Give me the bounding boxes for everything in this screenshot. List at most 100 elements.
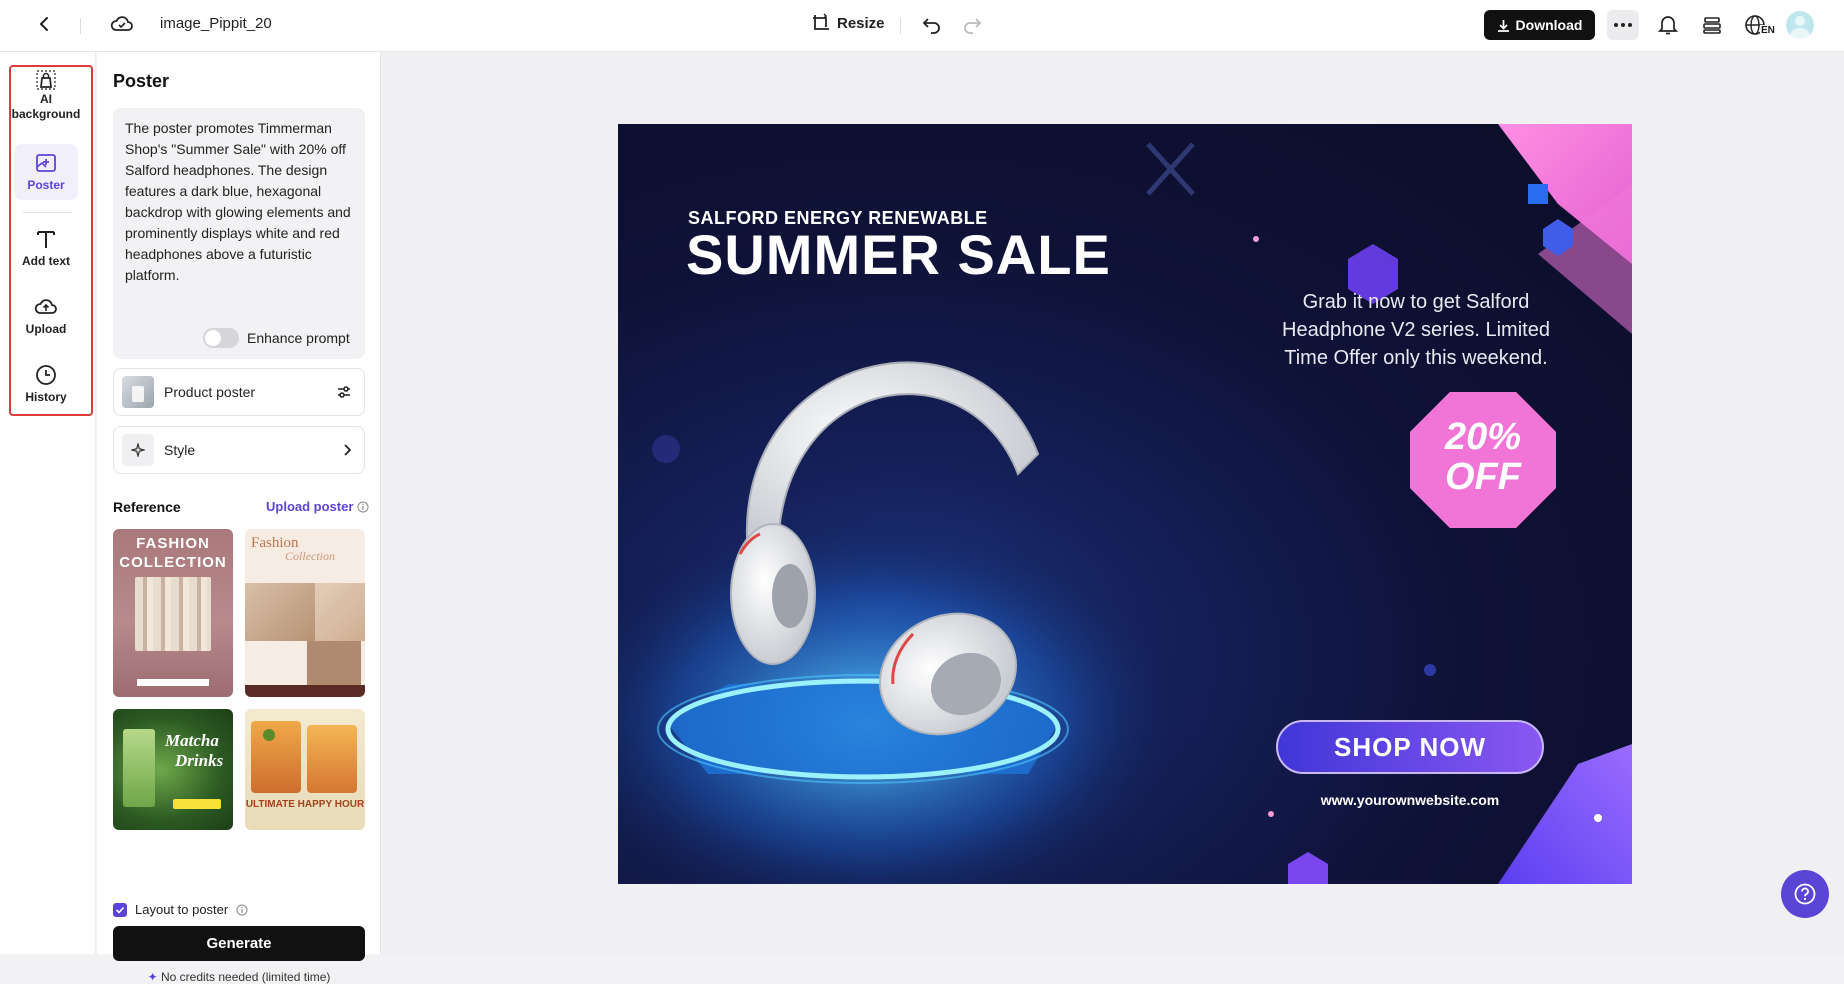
card-title: ULTIMATE HAPPY HOUR — [245, 799, 365, 810]
more-dots-icon — [1614, 23, 1632, 27]
style-row[interactable]: Style — [113, 426, 365, 474]
rail-item-ai-background[interactable]: AI background — [11, 62, 81, 126]
credits-note: ✦ No credits needed (limited time) — [113, 970, 365, 984]
layers-button[interactable] — [1696, 9, 1728, 41]
discount-off: OFF — [1445, 456, 1521, 498]
rail-item-poster[interactable]: Poster — [14, 144, 78, 200]
language-button[interactable]: EN — [1744, 11, 1776, 39]
reference-card-fashion[interactable]: FASHION COLLECTION — [113, 529, 233, 697]
card-subtitle: Drinks — [175, 751, 224, 770]
order-button-graphic — [173, 799, 221, 809]
rail-label: AI background — [11, 92, 81, 121]
layout-to-poster-option[interactable]: Layout to poster — [113, 902, 248, 917]
chevron-left-icon — [39, 17, 48, 31]
download-icon — [1497, 19, 1509, 32]
card-title: Matcha — [165, 731, 219, 750]
outfit-image — [307, 641, 361, 685]
enhance-prompt-toggle[interactable] — [203, 328, 239, 348]
language-badge: EN — [1760, 25, 1776, 36]
rail-item-add-text[interactable]: Add text — [14, 228, 78, 284]
poster-website: www.yourownwebsite.com — [1320, 792, 1500, 808]
file-name[interactable]: image_Pippit_20 — [160, 15, 272, 32]
drink-glass-right — [307, 725, 357, 793]
style-label: Style — [164, 442, 196, 458]
tool-rail: AI background Poster Add text Upload His… — [0, 52, 96, 954]
product-thumbnail — [122, 376, 154, 408]
reference-card-matcha[interactable]: Matcha Drinks — [113, 709, 233, 830]
shoes-image — [245, 583, 315, 641]
redo-button[interactable] — [956, 9, 988, 41]
reference-title: Reference — [113, 499, 181, 515]
card-footer — [245, 685, 365, 697]
undo-button[interactable] — [916, 9, 948, 41]
rail-label: History — [25, 390, 67, 404]
resize-button[interactable]: Resize — [811, 13, 885, 33]
avatar[interactable] — [1786, 11, 1814, 39]
divider — [80, 18, 81, 34]
sparkle-icon — [122, 434, 154, 466]
upload-poster-link[interactable]: Upload poster — [266, 499, 369, 514]
info-icon[interactable] — [357, 501, 369, 513]
chevron-right-icon — [344, 444, 352, 456]
product-poster-label: Product poster — [164, 384, 256, 400]
enhance-prompt-label: Enhance prompt — [247, 330, 350, 346]
rail-item-upload[interactable]: Upload — [14, 296, 78, 352]
card-title: FASHION — [136, 535, 210, 552]
layout-label: Layout to poster — [135, 902, 229, 917]
poster-panel: Poster The poster promotes Timmerman Sho… — [97, 52, 381, 984]
bag-icon — [36, 70, 56, 90]
resize-icon — [813, 13, 829, 30]
card-subtitle: Collection — [285, 549, 335, 563]
reference-card-happy-hour[interactable]: ULTIMATE HAPPY HOUR — [245, 709, 365, 830]
card-subtitle: COLLECTION — [119, 554, 227, 571]
poster-preview[interactable]: SALFORD ENERGY RENEWABLE SUMMER SALE Gra… — [618, 124, 1632, 884]
download-button[interactable]: Download — [1484, 10, 1595, 40]
sparkle-icon: ✦ — [147, 970, 158, 984]
drink-glass-left — [251, 721, 301, 793]
poster-tagline: Grab it now to get Salford Headphone V2 … — [1236, 288, 1596, 372]
redo-icon — [964, 18, 982, 34]
undo-icon — [922, 18, 940, 34]
info-icon[interactable] — [236, 904, 248, 916]
prompt-text[interactable]: The poster promotes Timmerman Shop's "Su… — [125, 118, 357, 286]
more-options-button[interactable] — [1607, 10, 1639, 40]
rail-item-history[interactable]: History — [14, 364, 78, 420]
reference-card-fashion-collection[interactable]: Fashion Collection — [245, 529, 365, 697]
top-bar: image_Pippit_20 Resize Download EN — [0, 0, 1844, 52]
divider — [900, 18, 901, 34]
discount-percent: 20% — [1444, 416, 1522, 458]
cloud-upload-icon — [34, 299, 57, 314]
card-strip — [137, 679, 209, 686]
poster-headline: SUMMER SALE — [686, 223, 1111, 286]
panel-title: Poster — [113, 71, 170, 91]
canvas-area[interactable]: SALFORD ENERGY RENEWABLE SUMMER SALE Gra… — [382, 52, 1844, 954]
rail-divider — [22, 212, 72, 213]
back-button[interactable] — [28, 8, 60, 40]
tagline-line: Grab it now to get Salford — [1302, 291, 1530, 313]
tagline-line: Headphone V2 series. Limited — [1282, 319, 1550, 341]
poster-icon — [36, 154, 56, 172]
download-label: Download — [1515, 17, 1583, 33]
text-icon — [37, 231, 55, 248]
notifications-button[interactable] — [1652, 9, 1684, 41]
matcha-glass — [123, 729, 155, 807]
upload-poster-label: Upload poster — [266, 499, 354, 514]
rail-label: Poster — [27, 178, 65, 192]
product-poster-row[interactable]: Product poster — [113, 368, 365, 416]
sliders-icon[interactable] — [336, 384, 352, 400]
help-button[interactable] — [1781, 870, 1829, 918]
cloud-sync-icon[interactable] — [106, 8, 138, 40]
layout-checkbox[interactable] — [113, 902, 127, 917]
bell-icon — [1658, 16, 1678, 35]
generate-button[interactable]: Generate — [113, 926, 365, 961]
shop-now-cta: SHOP NOW — [1276, 720, 1544, 774]
prompt-textarea[interactable]: The poster promotes Timmerman Shop's "Su… — [113, 108, 365, 359]
rail-label: Upload — [25, 322, 67, 336]
stack-icon — [1703, 17, 1721, 34]
clock-icon — [36, 365, 56, 385]
check-icon — [115, 906, 125, 914]
clothes-rack-image — [135, 577, 211, 651]
tagline-line: Time Offer only this weekend. — [1284, 347, 1548, 369]
bag-image — [315, 583, 365, 641]
garnish — [263, 729, 275, 741]
